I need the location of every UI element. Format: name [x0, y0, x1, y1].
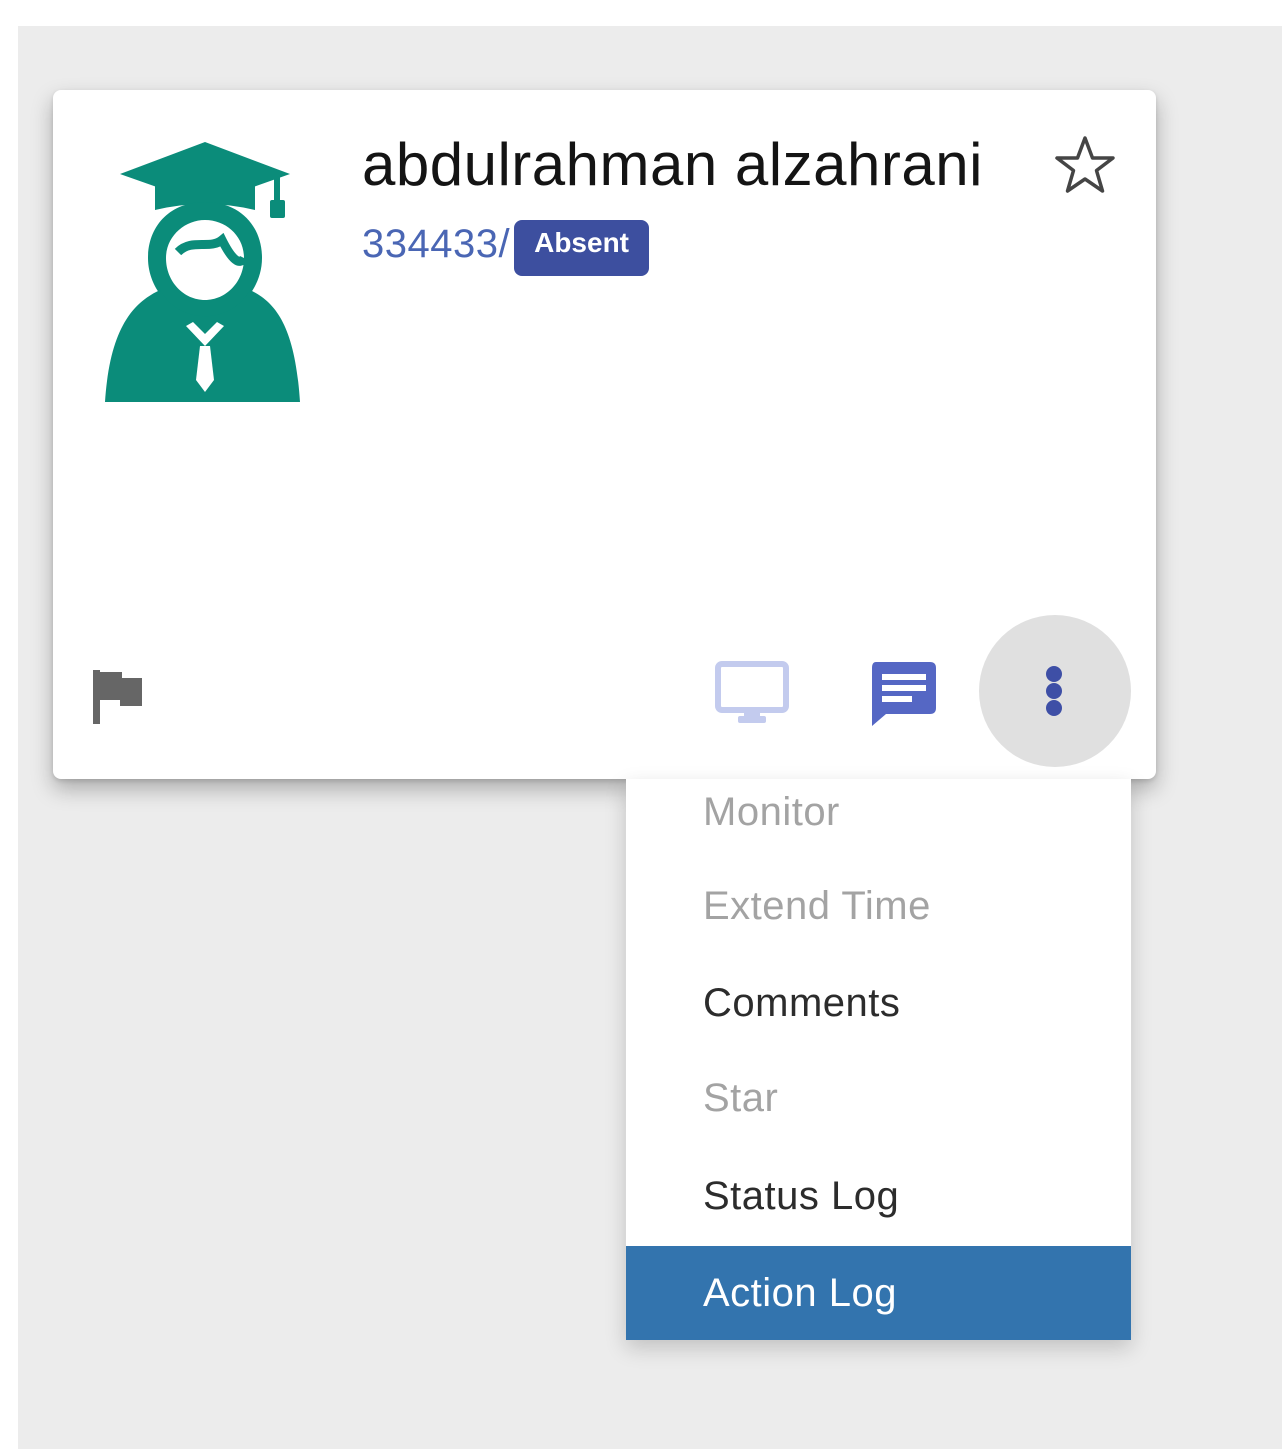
menu-item-extend-time[interactable]: Extend Time [626, 859, 1131, 953]
more-vertical-icon-dot [1046, 700, 1062, 716]
menu-item-star[interactable]: Star [626, 1051, 1131, 1145]
menu-item-comments[interactable]: Comments [626, 956, 1131, 1050]
status-badge: Absent [514, 220, 649, 276]
more-vertical-icon-dot [1046, 683, 1062, 699]
star-outline-icon[interactable] [1052, 133, 1118, 199]
menu-item-monitor[interactable]: Monitor [626, 765, 1131, 859]
student-id: 334433/ [362, 221, 511, 266]
menu-item-action-log[interactable]: Action Log [626, 1246, 1131, 1340]
actions-menu: Monitor Extend Time Comments Star Status… [626, 779, 1131, 1340]
comment-icon[interactable] [868, 660, 938, 726]
more-options-button[interactable] [979, 615, 1131, 767]
student-id-line: 334433/ Absent [362, 214, 649, 276]
more-vertical-icon-dot [1046, 666, 1062, 682]
graduate-student-icon [105, 142, 300, 402]
menu-item-status-log[interactable]: Status Log [626, 1149, 1131, 1243]
monitor-icon[interactable] [714, 660, 790, 726]
student-name: abdulrahman alzahrani [362, 131, 983, 198]
flag-icon[interactable] [90, 668, 144, 724]
